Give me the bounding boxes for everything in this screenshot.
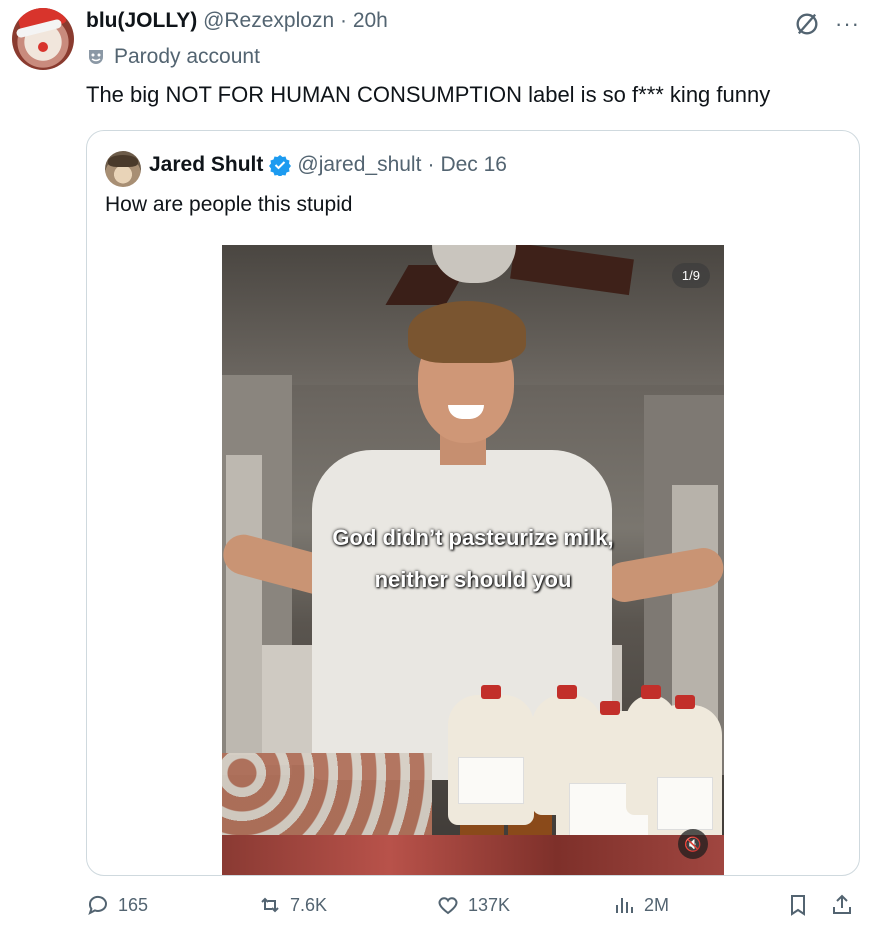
quoted-header: Jared Shult @jared_shult · Dec 16 <box>149 153 507 177</box>
speaker-muted-icon[interactable]: 🔇 <box>678 829 708 859</box>
tweet-text: The big NOT FOR HUMAN CONSUMPTION label … <box>86 82 771 107</box>
video-caption-line2: neither should you <box>374 567 572 592</box>
like-count: 137K <box>468 894 511 915</box>
parody-label: Parody account <box>114 45 260 68</box>
more-options-icon[interactable]: ··· <box>835 13 860 35</box>
repost-count: 7.6K <box>290 894 328 915</box>
video-caption-line1: God didn’t pasteurize milk, <box>332 525 614 550</box>
quoted-text: How are people this stupid <box>105 193 353 216</box>
quoted-avatar[interactable] <box>105 151 141 187</box>
tweet-top-actions: ··· <box>793 10 860 38</box>
clown-nose <box>38 42 48 52</box>
quoted-handle[interactable]: @jared_shult <box>297 153 421 177</box>
quoted-media[interactable]: God didn’t pasteurize milk, neither shou… <box>222 245 724 875</box>
share-icon <box>833 894 851 914</box>
display-name[interactable]: blu(JOLLY) <box>86 9 197 32</box>
tweet-avatar[interactable] <box>12 8 74 70</box>
views-icon <box>616 898 633 913</box>
heart-icon <box>438 897 458 915</box>
quoted-display-name[interactable]: Jared Shult <box>149 153 263 177</box>
meat-packages <box>222 835 724 875</box>
grok-icon[interactable] <box>793 10 821 38</box>
repost-button[interactable]: 7.6K <box>258 893 327 917</box>
bookmark-button[interactable] <box>786 893 810 917</box>
hair <box>408 301 526 363</box>
timestamp[interactable]: 20h <box>353 9 388 32</box>
quoted-tweet[interactable]: Jared Shult @jared_shult · Dec 16 How ar… <box>86 130 860 876</box>
door <box>226 455 262 755</box>
milk-jug <box>448 685 534 825</box>
reply-count: 165 <box>118 894 149 915</box>
parody-badge: Parody account <box>86 45 260 69</box>
theater-mask-icon <box>89 50 103 64</box>
reply-button[interactable]: 165 <box>86 893 148 917</box>
view-count: 2M <box>644 894 670 915</box>
like-button[interactable]: 137K <box>436 893 510 917</box>
media-counter: 1/9 <box>671 263 710 288</box>
tweet-header: blu(JOLLY) @Rezexplozn · 20h <box>86 9 388 33</box>
quoted-separator: · <box>427 153 435 176</box>
bookmark-icon <box>791 895 805 916</box>
tweet-actions: 165 7.6K 137K 2M <box>86 893 858 927</box>
repost-icon <box>261 897 279 913</box>
cowboy-hat <box>108 155 138 167</box>
share-button[interactable] <box>830 893 854 917</box>
views-button[interactable]: 2M <box>612 893 669 917</box>
handle[interactable]: @Rezexplozn <box>203 9 334 32</box>
verified-badge-icon <box>269 155 292 176</box>
header-separator: · <box>339 9 347 32</box>
reply-icon <box>88 895 107 916</box>
quoted-date[interactable]: Dec 16 <box>440 153 507 177</box>
